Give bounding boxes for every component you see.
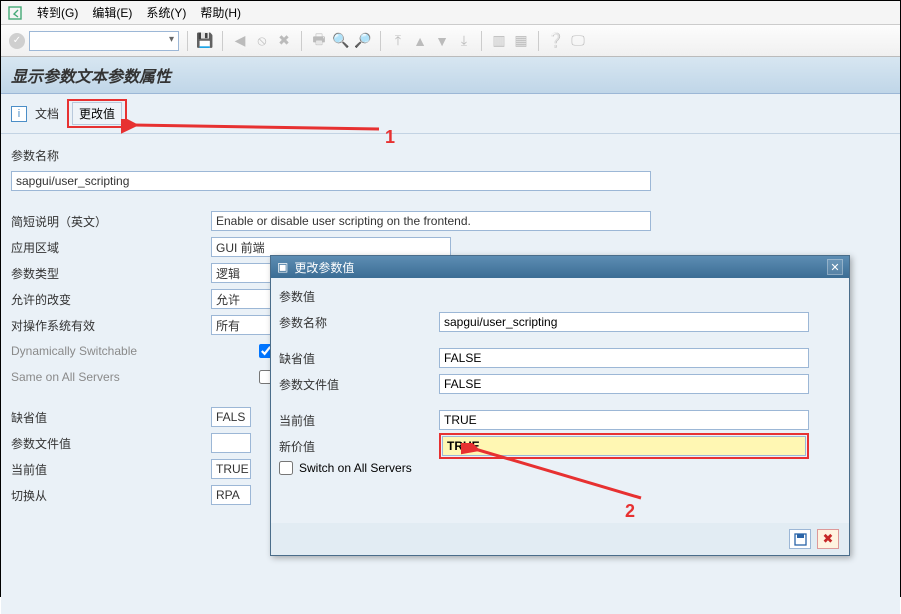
menu-system[interactable]: 系统(Y)	[146, 4, 186, 21]
dialog-param-file-value: FALSE	[439, 374, 809, 394]
param-name-label: 参数名称	[11, 147, 211, 164]
default-label: 缺省值	[11, 409, 211, 426]
dialog-default-label: 缺省值	[279, 350, 439, 367]
dialog-body: 参数值 参数名称 sapgui/user_scripting 缺省值 FALSE…	[271, 278, 849, 523]
dialog-new-value-highlight: TRUE	[439, 433, 809, 459]
dialog-param-file-label: 参数文件值	[279, 376, 439, 393]
toolbar-separator	[481, 31, 482, 51]
command-field[interactable]	[29, 31, 179, 51]
menu-goto[interactable]: 转到(G)	[37, 4, 78, 21]
short-desc-label: 简短说明（英文）	[11, 213, 211, 230]
annotation-number-2: 2	[625, 501, 635, 522]
find-icon[interactable]: 🔍	[332, 32, 350, 50]
toolbar-separator	[222, 31, 223, 51]
menu-edit[interactable]: 编辑(E)	[92, 4, 132, 21]
toolbar-separator	[538, 31, 539, 51]
print-icon[interactable]: 🖶	[310, 32, 328, 50]
dialog-param-name-label: 参数名称	[279, 314, 439, 331]
info-icon[interactable]: i	[11, 106, 27, 122]
ok-icon[interactable]: ✓	[9, 33, 25, 49]
menu-system-icon[interactable]	[7, 5, 23, 21]
dialog-icon: ▣	[277, 260, 288, 274]
first-page-icon[interactable]: ⤒	[389, 32, 407, 50]
annotation-number-1: 1	[385, 127, 395, 148]
dialog-title-text: 更改参数值	[294, 259, 354, 276]
app-area-value: GUI 前端	[211, 237, 451, 257]
exit-icon[interactable]: ⦸	[253, 32, 271, 50]
dialog-new-label: 新价值	[279, 438, 439, 455]
toolbar-separator	[301, 31, 302, 51]
current-label: 当前值	[11, 461, 211, 478]
dialog-current-value: TRUE	[439, 410, 809, 430]
last-page-icon[interactable]: ⤓	[455, 32, 473, 50]
menu-help[interactable]: 帮助(H)	[200, 4, 241, 21]
param-type-label: 参数类型	[11, 265, 211, 282]
dialog-section-title: 参数值	[279, 288, 841, 305]
dialog-close-button[interactable]: ✕	[827, 259, 843, 275]
allowed-change-label: 允许的改变	[11, 291, 211, 308]
dialog-footer: ✖	[271, 523, 849, 555]
switch-from-value: RPA	[211, 485, 251, 505]
default-value: FALS	[211, 407, 251, 427]
back-icon[interactable]: ◀	[231, 32, 249, 50]
param-name-value[interactable]: sapgui/user_scripting	[11, 171, 651, 191]
dialog-param-name-value: sapgui/user_scripting	[439, 312, 809, 332]
switch-all-servers-label: Switch on All Servers	[299, 461, 412, 475]
save-icon[interactable]: 💾	[196, 32, 214, 50]
layout-icon[interactable]: 🖵	[569, 32, 587, 50]
dialog-new-value-input[interactable]: TRUE	[442, 436, 806, 456]
toolbar-separator	[380, 31, 381, 51]
os-valid-label: 对操作系统有效	[11, 317, 211, 334]
change-value-highlight: 更改值	[67, 99, 127, 128]
dialog-title-bar[interactable]: ▣ 更改参数值 ✕	[271, 256, 849, 278]
param-file-value	[211, 433, 251, 453]
dynamic-switchable-label: Dynamically Switchable	[11, 344, 211, 358]
same-all-servers-label: Same on All Servers	[11, 370, 211, 384]
action-row: i 文档 更改值	[1, 94, 900, 134]
page-title-area: 显示参数文本参数属性	[1, 57, 900, 94]
change-param-dialog: ▣ 更改参数值 ✕ 参数值 参数名称 sapgui/user_scripting…	[270, 255, 850, 556]
prev-page-icon[interactable]: ▲	[411, 32, 429, 50]
switch-all-servers-checkbox[interactable]	[279, 461, 293, 475]
find-next-icon[interactable]: 🔎	[354, 32, 372, 50]
dialog-current-label: 当前值	[279, 412, 439, 429]
change-value-button[interactable]: 更改值	[72, 102, 122, 125]
menu-bar: 转到(G) 编辑(E) 系统(Y) 帮助(H)	[1, 1, 900, 25]
document-label: 文档	[35, 105, 59, 122]
page-title: 显示参数文本参数属性	[11, 63, 890, 87]
switch-from-label: 切换从	[11, 487, 211, 504]
toolbar-separator	[187, 31, 188, 51]
next-page-icon[interactable]: ▼	[433, 32, 451, 50]
dialog-cancel-button[interactable]: ✖	[817, 529, 839, 549]
new-session-icon[interactable]: ▥	[490, 32, 508, 50]
short-desc-value: Enable or disable user scripting on the …	[211, 211, 651, 231]
dialog-default-value: FALSE	[439, 348, 809, 368]
param-file-label: 参数文件值	[11, 435, 211, 452]
current-value: TRUE	[211, 459, 251, 479]
shortcut-icon[interactable]: ▦	[512, 32, 530, 50]
toolbar: ✓ 💾 ◀ ⦸ ✖ 🖶 🔍 🔎 ⤒ ▲ ▼ ⤓ ▥ ▦ ❔ 🖵	[1, 25, 900, 57]
cancel-icon[interactable]: ✖	[275, 32, 293, 50]
help-icon[interactable]: ❔	[547, 32, 565, 50]
dialog-save-button[interactable]	[789, 529, 811, 549]
app-area-label: 应用区域	[11, 239, 211, 256]
